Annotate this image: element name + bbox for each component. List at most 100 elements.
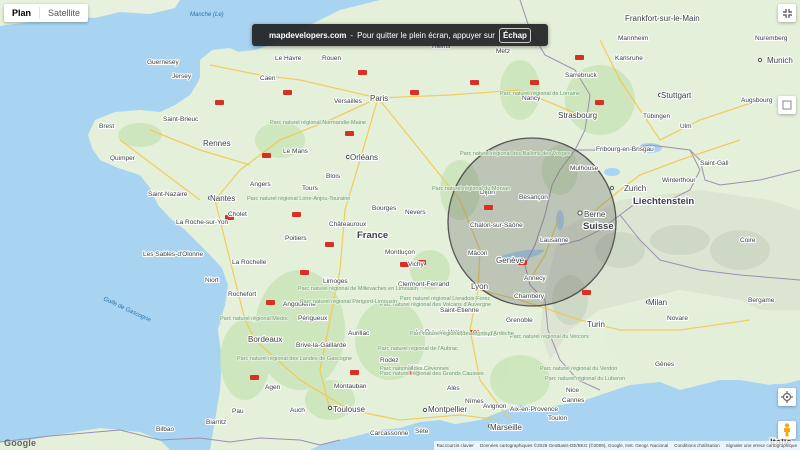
map-type-plan-button[interactable]: Plan xyxy=(4,4,39,22)
city-poitiers: Poitiers xyxy=(285,235,307,242)
map-type-control: Plan Satellite xyxy=(4,4,89,22)
fullscreen-toast: mapdevelopers.com - Pour quitter le plei… xyxy=(252,24,548,46)
city-strasbourg: Strasbourg xyxy=(558,111,597,120)
city-lyon: Lyon xyxy=(471,282,488,291)
city-paris: Paris xyxy=(370,94,388,103)
city-milan: Milan xyxy=(648,298,667,307)
toast-dash: - xyxy=(350,30,354,40)
region-medoc: Parc naturel régional Médoc xyxy=(220,316,289,322)
city-vichy: Vichy xyxy=(408,261,425,268)
city-cholet: Cholet xyxy=(228,211,247,218)
city-nevers: Nevers xyxy=(405,209,426,216)
city-lausanne: Lausanne xyxy=(540,237,569,244)
city-carcassonne: Carcassonne xyxy=(370,430,409,437)
terms-link[interactable]: Conditions d'utilisation xyxy=(674,443,720,448)
region-loire-anjou: Parc naturel régional Loire-Anjou-Tourai… xyxy=(247,196,350,202)
city-tours: Tours xyxy=(302,185,319,192)
city-saint-nazaire: Saint-Nazaire xyxy=(148,191,188,198)
city-sete: Sète xyxy=(415,428,429,435)
zoom-icon xyxy=(782,100,792,110)
city-aix: Aix-en-Provence xyxy=(510,406,558,413)
city-genova: Gênes xyxy=(655,361,675,368)
city-rouen: Rouen xyxy=(322,55,342,62)
city-fribourg: Fribourg-en-Brisgau xyxy=(596,146,654,153)
city-mulhouse: Mulhouse xyxy=(570,165,599,172)
region-ardeche: Parc naturel régional des Monts d'Ardèch… xyxy=(410,331,514,337)
street-view-pegman-button[interactable] xyxy=(778,421,796,439)
region-perigord: Parc naturel régional Périgord-Limousin xyxy=(300,299,397,305)
city-mannheim: Mannheim xyxy=(618,35,648,42)
region-landes: Parc naturel régional des Landes de Gasc… xyxy=(237,356,352,362)
city-niort: Niort xyxy=(205,277,219,284)
city-cannes: Cannes xyxy=(562,397,585,404)
city-perigueux: Périgueux xyxy=(298,315,328,322)
region-cevennes: Parc national des Cévennes xyxy=(380,366,449,372)
city-augsburg: Augsbourg xyxy=(741,97,773,104)
map-canvas[interactable]: Manche (Le) Golfe de Gascogne France Sui… xyxy=(0,0,800,450)
region-normandie: Parc naturel régional Normandie-Maine xyxy=(270,120,366,126)
city-st-gallen: Saint-Gall xyxy=(700,160,729,167)
city-ales: Alès xyxy=(447,385,460,392)
city-karlsruhe: Karlsruhe xyxy=(615,55,643,62)
city-versailles: Versailles xyxy=(334,98,363,105)
city-marseille: Marseille xyxy=(490,423,523,432)
my-location-button[interactable] xyxy=(778,388,796,406)
city-les-sables: Les Sables-d'Olonne xyxy=(143,251,204,258)
city-munich: Munich xyxy=(767,56,793,65)
fullscreen-button[interactable] xyxy=(778,4,796,22)
region-millevaches: Parc naturel régional de Millevaches en … xyxy=(298,286,418,292)
city-metz: Metz xyxy=(496,48,510,55)
city-rochefort: Rochefort xyxy=(228,291,256,298)
zoom-control-button[interactable] xyxy=(778,96,796,114)
city-berne: Berne xyxy=(584,210,606,219)
city-rennes: Rennes xyxy=(203,139,231,148)
city-blois: Blois xyxy=(326,173,341,180)
country-label-liechtenstein: Liechtenstein xyxy=(633,196,694,207)
report-error-link[interactable]: Signaler une erreur cartographique xyxy=(726,443,797,448)
keyboard-shortcuts-link[interactable]: Raccourcis clavier xyxy=(437,443,474,448)
map-type-satellite-button[interactable]: Satellite xyxy=(40,4,88,22)
city-bourges: Bourges xyxy=(372,205,397,212)
country-label-france: France xyxy=(357,230,388,241)
city-montlucon: Montluçon xyxy=(385,249,415,256)
city-bordeaux: Bordeaux xyxy=(248,335,282,344)
google-logo[interactable]: Google xyxy=(4,438,36,448)
city-novara: Novare xyxy=(667,315,688,322)
region-livradois: Parc naturel régional Livradois-Forez xyxy=(400,296,490,302)
toast-message: Pour quitter le plein écran, appuyer sur xyxy=(357,30,495,40)
city-quimper: Quimper xyxy=(110,155,136,162)
region-verdon: Parc naturel régional du Verdon xyxy=(540,366,617,372)
city-besancon: Besançon xyxy=(519,194,548,201)
toast-escape-key: Échap xyxy=(498,27,531,43)
city-chur: Coire xyxy=(740,237,756,244)
city-annecy: Annecy xyxy=(524,275,546,282)
city-chalon: Chalon-sur-Saône xyxy=(470,222,523,229)
city-aurillac: Aurillac xyxy=(348,330,370,337)
city-chambery: Chambéry xyxy=(514,293,545,300)
city-grenoble: Grenoble xyxy=(506,317,533,324)
fullscreen-exit-icon xyxy=(782,8,792,18)
city-macon: Mâcon xyxy=(468,250,488,257)
region-aubrac: Parc naturel régional de l'Aubrac xyxy=(378,346,458,352)
city-nuremberg: Nuremberg xyxy=(755,35,788,42)
city-limoges: Limoges xyxy=(323,278,348,285)
city-la-roche: La Roche-sur-Yon xyxy=(176,219,229,226)
city-winterthur: Winterthour xyxy=(662,177,696,184)
city-avignon: Avignon xyxy=(483,403,507,410)
region-vercors: Parc naturel régional du Vercors xyxy=(510,334,589,340)
city-agen: Agen xyxy=(265,384,281,391)
city-la-rochelle: La Rochelle xyxy=(232,259,267,266)
city-bergamo: Bergame xyxy=(748,297,775,304)
city-bilbao: Bilbao xyxy=(156,426,174,433)
google-logo-text: Google xyxy=(4,438,37,448)
city-nantes: Nantes xyxy=(210,194,235,203)
city-chateauroux: Châteauroux xyxy=(329,221,367,228)
city-guernesey: Guernesey xyxy=(147,59,180,66)
city-zurich: Zurich xyxy=(624,184,646,193)
city-le-mans: Le Mans xyxy=(283,148,309,155)
city-brest: Brest xyxy=(99,123,114,130)
city-orleans: Orléans xyxy=(350,153,378,162)
city-angers: Angers xyxy=(250,181,271,188)
toast-host: mapdevelopers.com xyxy=(269,30,347,40)
map-data-attribution: Données cartographiques ©2026 GeoBasis-D… xyxy=(479,443,669,448)
